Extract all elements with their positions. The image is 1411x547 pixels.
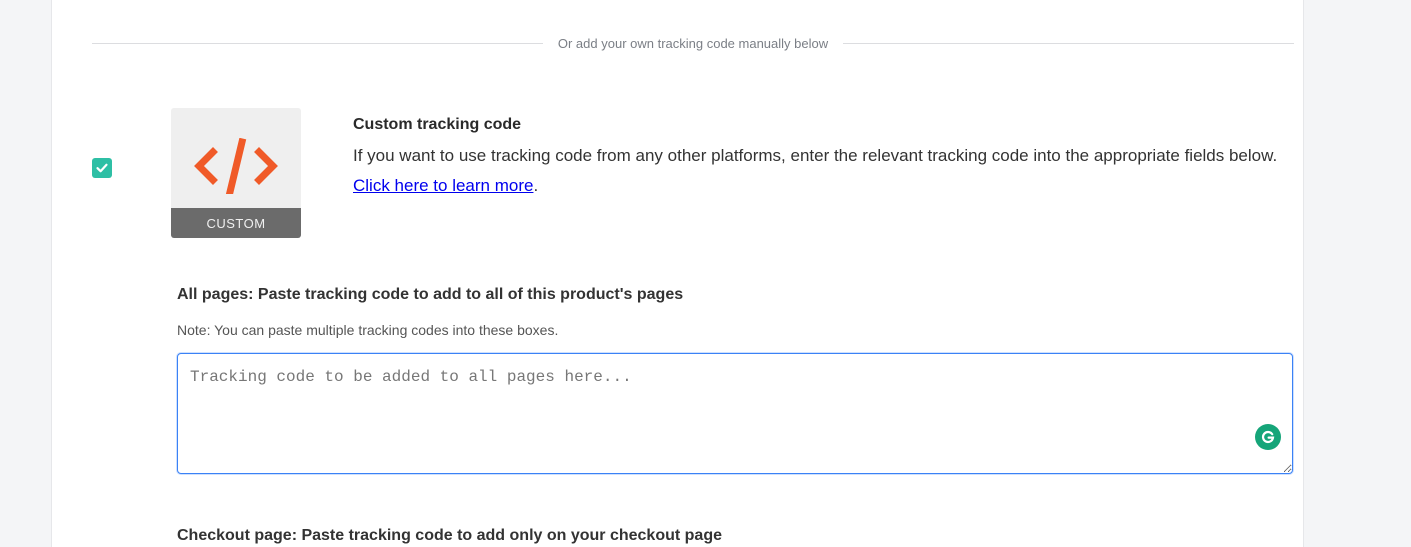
checkout-page-label: Checkout page: Paste tracking code to ad… (177, 527, 722, 544)
divider-line-right (843, 42, 1295, 44)
custom-tracking-description: If you want to use tracking code from an… (353, 146, 1278, 165)
all-pages-label: All pages: Paste tracking code to add to… (177, 286, 684, 303)
code-brackets-icon (171, 138, 301, 194)
tile-label: CUSTOM (171, 208, 301, 238)
divider-text: Or add your own tracking code manually b… (557, 35, 829, 51)
divider-line-left (92, 42, 543, 44)
all-pages-note: Note: You can paste multiple tracking co… (177, 322, 559, 338)
checkmark-icon (96, 163, 108, 173)
learn-more-line: Click here to learn more. (353, 171, 1293, 201)
section-divider: Or add your own tracking code manually b… (92, 33, 1295, 53)
learn-more-suffix: . (533, 176, 539, 195)
custom-platform-tile: CUSTOM (171, 108, 301, 238)
custom-tracking-title: Custom tracking code (353, 116, 522, 133)
grammarly-icon[interactable] (1255, 424, 1281, 450)
all-pages-field (177, 353, 1293, 474)
custom-tracking-checkbox[interactable] (92, 158, 112, 178)
custom-tracking-info: Custom tracking code If you want to use … (353, 113, 1293, 201)
tracking-settings-card: Or add your own tracking code manually b… (51, 0, 1304, 547)
learn-more-link[interactable]: Click here to learn more (353, 176, 533, 195)
all-pages-textarea[interactable] (177, 353, 1293, 474)
